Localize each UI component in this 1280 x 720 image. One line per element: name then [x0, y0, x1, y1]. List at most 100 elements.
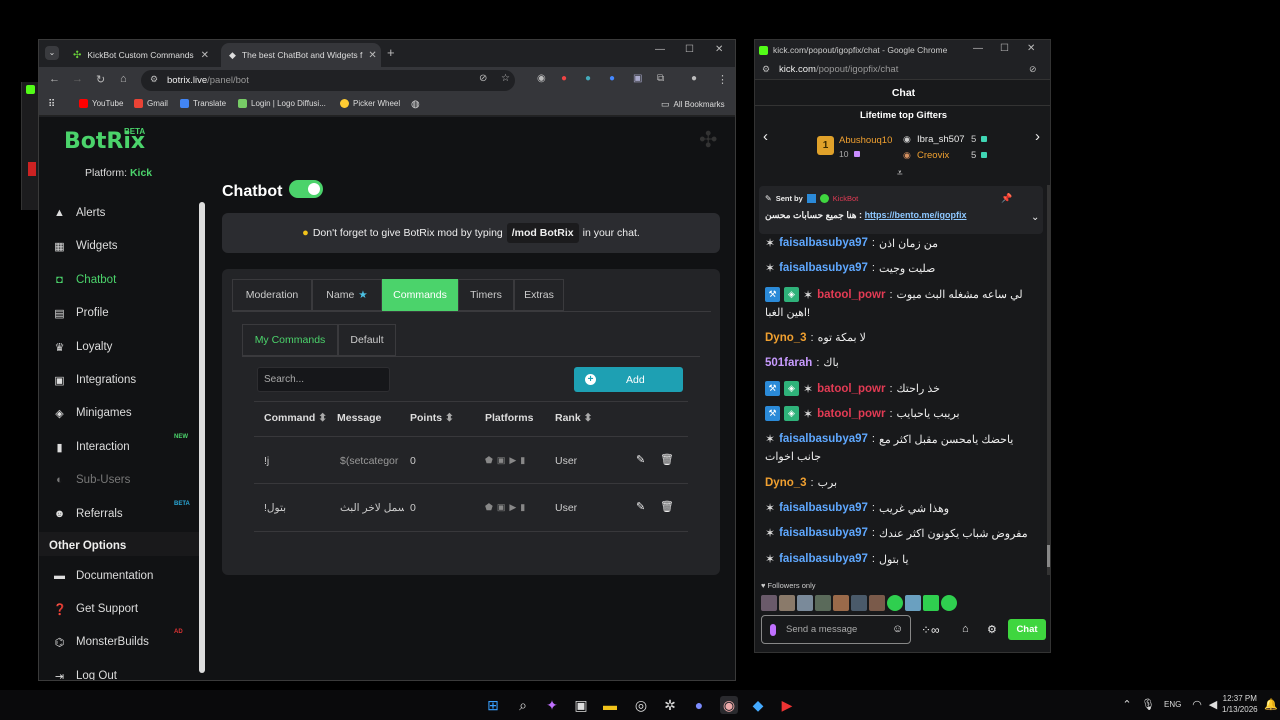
chat-scroll-thumb[interactable]	[1047, 545, 1050, 567]
reload-button[interactable]: ↻	[96, 73, 105, 86]
eye-off-icon[interactable]: ⊘	[1029, 64, 1037, 75]
chat-username[interactable]: Dyno_3	[765, 477, 807, 489]
chat-username[interactable]: batool_powr	[817, 383, 885, 395]
new-tab-button[interactable]: +	[387, 45, 395, 60]
chat-address-bar[interactable]: ⚙ kick.com/popout/igopfix/chat ⊘	[755, 60, 1050, 80]
address-bar[interactable]: ⚙ botrix.live/panel/bot ⊘ ☆	[141, 70, 515, 91]
notification-bell-icon[interactable]: 🔔	[1262, 696, 1280, 714]
tab-botrix[interactable]: ◆ The best ChatBot and Widgets f ✕	[221, 43, 381, 67]
extension-glasses-icon[interactable]: ◉	[537, 73, 546, 84]
discord-icon[interactable]: ●	[690, 696, 708, 714]
app-red-play-icon[interactable]: ▶	[778, 696, 796, 714]
unpin-icon[interactable]: 📌	[1001, 193, 1012, 204]
all-bookmarks[interactable]: ▭ All Bookmarks	[661, 99, 725, 110]
tab-name[interactable]: Name ★	[312, 279, 382, 311]
delete-trash-icon[interactable]: 🗑	[660, 453, 674, 466]
nav-interaction[interactable]: ▮ Interaction NEW	[53, 434, 203, 457]
gifters-next-icon[interactable]: ›	[1035, 128, 1040, 145]
sidebar-scrollbar[interactable]	[199, 202, 205, 673]
home-button[interactable]: ⌂	[120, 73, 127, 85]
search-input[interactable]: Search...	[257, 367, 390, 392]
delete-trash-icon[interactable]: 🗑	[660, 500, 674, 513]
add-command-button[interactable]: + Add	[574, 367, 683, 392]
minimize-button[interactable]: —	[655, 44, 665, 55]
store-icon[interactable]: ▣	[572, 696, 590, 714]
chat-username[interactable]: 501farah	[765, 357, 812, 369]
menu-kebab-icon[interactable]: ⋮	[717, 73, 728, 86]
chat-username[interactable]: faisalbasubya97	[779, 237, 868, 249]
col-points[interactable]: Points ⬍	[410, 412, 454, 424]
close-icon[interactable]: ✕	[368, 50, 376, 61]
emote[interactable]	[869, 595, 885, 611]
extension-blue-icon[interactable]: ●	[609, 73, 615, 84]
nav-documentation[interactable]: ▬ Documentation	[53, 566, 203, 586]
tray-chevron-icon[interactable]: ⌃	[1118, 696, 1136, 714]
mic-icon[interactable]	[770, 623, 776, 636]
chat-username[interactable]: faisalbasubya97	[779, 527, 868, 539]
collapse-icon[interactable]: ⩡	[897, 168, 903, 179]
gifter-name[interactable]: Ibra_sh507	[917, 134, 965, 145]
clock[interactable]: 12:37 PM 1/13/2026	[1222, 693, 1258, 715]
file-explorer-icon[interactable]: ▬	[601, 696, 619, 714]
volume-icon[interactable]: ◀	[1204, 696, 1222, 714]
extensions-puzzle-icon[interactable]: ⧉	[657, 73, 664, 84]
chat-username[interactable]: faisalbasubya97	[779, 502, 868, 514]
bookmark-gmail[interactable]: Gmail	[134, 99, 168, 108]
close-window-button[interactable]: ✕	[1027, 43, 1035, 54]
eye-off-icon[interactable]: ⊘	[479, 73, 487, 84]
nav-minigames[interactable]: ◈ Minigames	[53, 403, 203, 423]
emote[interactable]	[941, 595, 957, 611]
pinned-link[interactable]: https://bento.me/igopfix	[865, 210, 967, 220]
bookmark-youtube[interactable]: YouTube	[79, 99, 123, 108]
edit-pencil-icon[interactable]: ✎	[636, 500, 645, 513]
bookmark-translate[interactable]: Translate	[180, 99, 226, 108]
apps-grid-icon[interactable]: ⠿	[48, 99, 55, 110]
emote[interactable]	[905, 595, 921, 611]
chrome-icon[interactable]: ◉	[720, 696, 738, 714]
site-info-icon[interactable]: ⚙	[150, 74, 158, 85]
nav-monsterbuilds[interactable]: ⌬ MonsterBuilds AD	[53, 629, 203, 652]
chat-username[interactable]: faisalbasubya97	[779, 262, 868, 274]
nav-get-support[interactable]: ❓ Get Support	[53, 599, 203, 619]
col-command[interactable]: Command ⬍	[264, 412, 327, 424]
language-indicator[interactable]: ENG	[1164, 700, 1181, 709]
nav-referrals[interactable]: ☻ Referrals BETA	[53, 501, 203, 524]
emote[interactable]	[779, 595, 795, 611]
tab-kickbot[interactable]: ✣ KickBot Custom Commands ✕	[65, 43, 217, 67]
maximize-button[interactable]: ☐	[685, 44, 694, 55]
store-icon[interactable]: ⌂	[962, 623, 969, 635]
edit-pencil-icon[interactable]: ✎	[636, 453, 645, 466]
tab-search-button[interactable]: ⌄	[45, 46, 59, 60]
maximize-button[interactable]: ☐	[1000, 43, 1009, 54]
nav-sub-users[interactable]: ◐ Sub-Users	[53, 470, 203, 490]
mic-tray-icon[interactable]: 🎙	[1139, 696, 1157, 714]
search-icon[interactable]: ⌕	[514, 696, 532, 714]
emote[interactable]	[887, 595, 903, 611]
back-button[interactable]: ←	[49, 73, 60, 85]
chatbot-toggle[interactable]	[289, 180, 323, 198]
rewards-icon[interactable]: ⁘∞	[921, 623, 940, 637]
chat-username[interactable]: batool_powr	[817, 289, 885, 301]
settings-gear-icon[interactable]: ⚙	[987, 623, 997, 636]
app-gear-icon[interactable]: ✲	[661, 696, 679, 714]
nav-alerts[interactable]: ▲ Alerts	[53, 203, 203, 223]
tab-extras[interactable]: Extras	[514, 279, 564, 311]
close-icon[interactable]: ✕	[201, 50, 209, 61]
expand-chevron-icon[interactable]: ⌄	[1031, 212, 1039, 223]
emote[interactable]	[797, 595, 813, 611]
emote[interactable]	[833, 595, 849, 611]
copilot-icon[interactable]: ✦	[543, 696, 561, 714]
start-windows-icon[interactable]: ⊞	[484, 696, 502, 714]
star-icon[interactable]: ☆	[501, 73, 510, 84]
chat-username[interactable]: faisalbasubya97	[779, 553, 868, 565]
minimize-button[interactable]: —	[973, 43, 983, 54]
chat-username[interactable]: batool_powr	[817, 408, 885, 420]
chat-username[interactable]: faisalbasubya97	[779, 433, 868, 445]
site-info-icon[interactable]: ⚙	[762, 64, 770, 75]
subtab-my-commands[interactable]: My Commands	[242, 324, 338, 356]
tab-moderation[interactable]: Moderation	[232, 279, 312, 311]
chat-username[interactable]: Dyno_3	[765, 332, 807, 344]
bookmark-picker-wheel[interactable]: Picker Wheel	[340, 99, 400, 108]
gifters-prev-icon[interactable]: ‹	[763, 128, 768, 145]
chat-scrollbar[interactable]	[1047, 185, 1050, 575]
